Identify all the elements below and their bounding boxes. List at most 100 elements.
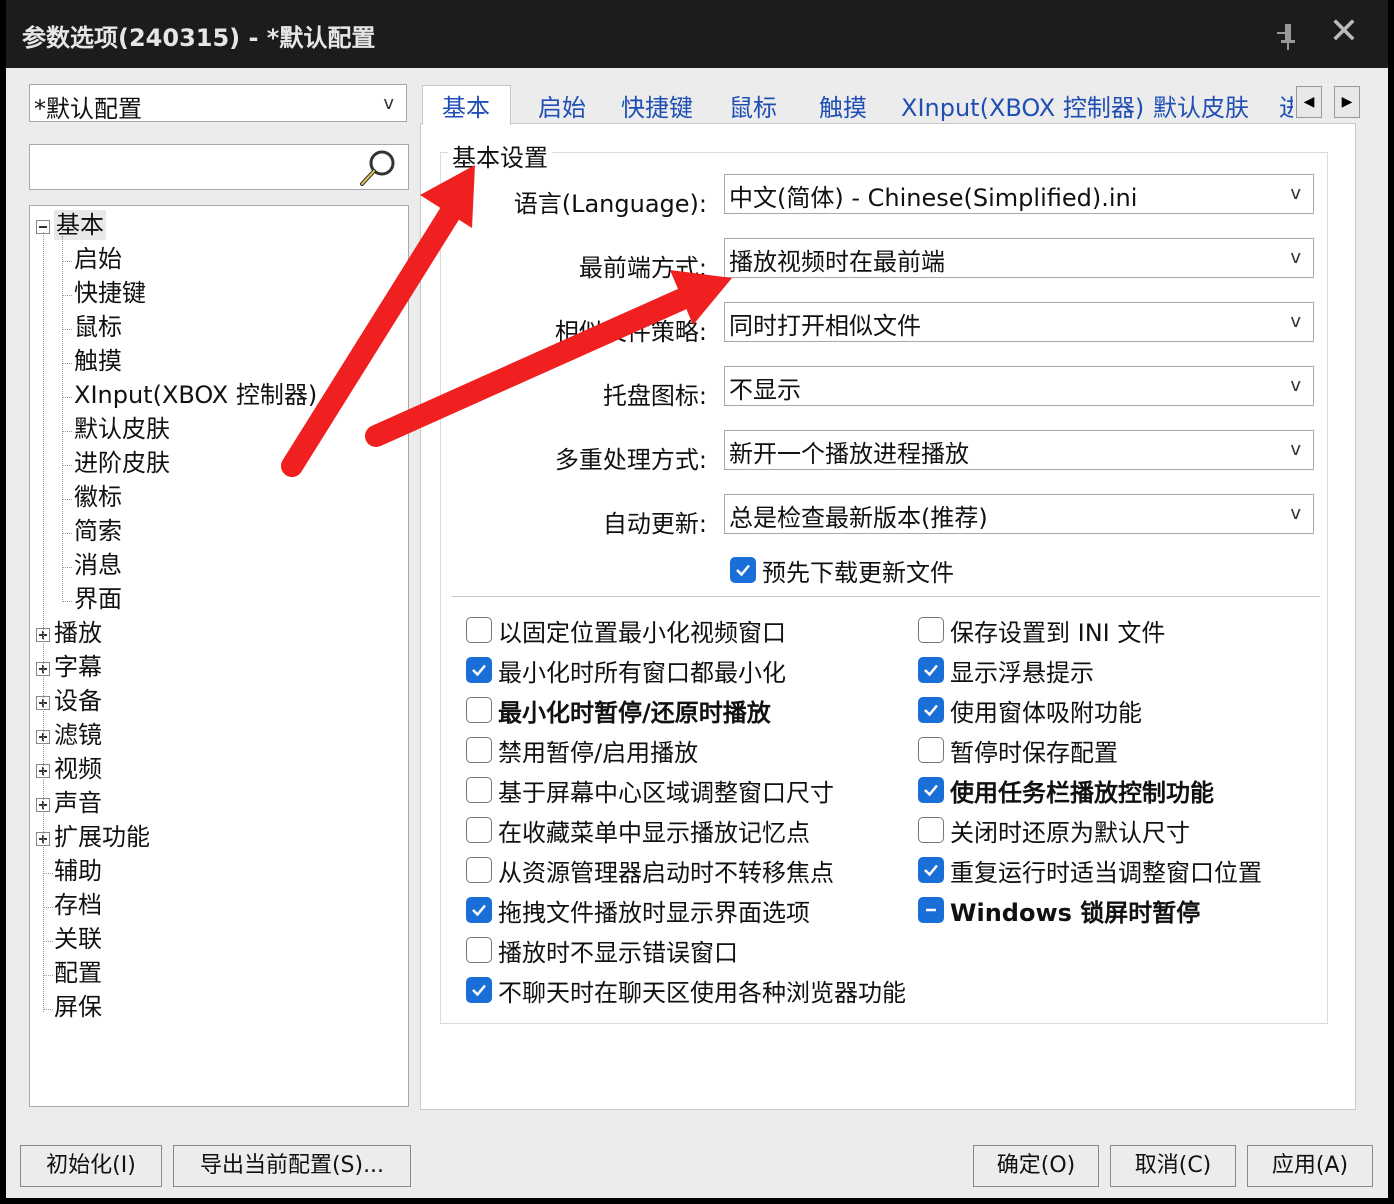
tree-connector: [62, 567, 72, 568]
multi-process-select[interactable]: 新开一个播放进程播放 v: [724, 430, 1314, 470]
auto-update-select[interactable]: 总是检查最新版本(推荐) v: [724, 494, 1314, 534]
init-button[interactable]: 初始化(I): [20, 1145, 162, 1187]
tree-connector: [43, 1009, 53, 1010]
similar-file-select-value: 同时打开相似文件: [729, 312, 921, 340]
tree-group-item[interactable]: 声音: [54, 788, 102, 818]
chevron-down-icon: v: [1290, 311, 1301, 332]
option-label: 从资源管理器启动时不转移焦点: [498, 859, 834, 887]
tab-advanced-skin[interactable]: 进: [1279, 88, 1293, 123]
multi-process-select-value: 新开一个播放进程播放: [729, 440, 969, 468]
option-label: 禁用暂停/启用播放: [498, 739, 699, 767]
option-label: 显示浮悬提示: [950, 659, 1094, 687]
tree-child-item[interactable]: 简索: [74, 516, 122, 546]
tree-child-item[interactable]: XInput(XBOX 控制器): [74, 380, 317, 410]
close-icon[interactable]: ✕: [1324, 12, 1364, 52]
option-label: 保存设置到 INI 文件: [950, 619, 1166, 647]
tab-startup[interactable]: 启始: [538, 88, 586, 123]
tree-leaf-item[interactable]: 存档: [54, 890, 102, 920]
tree-child-item[interactable]: 界面: [74, 584, 122, 614]
checkbox-empty-icon: [918, 737, 944, 763]
category-tree[interactable]: 基本 启始 快捷键 鼠标 触摸 XInput(XBOX 控制器) 默认皮肤 进阶皮肤 徽标 简索消…: [29, 205, 409, 1107]
cancel-button[interactable]: 取消(C): [1110, 1145, 1236, 1187]
tab-default-skin[interactable]: 默认皮肤: [1153, 88, 1249, 123]
option-label: 重复运行时适当调整窗口位置: [950, 859, 1262, 887]
tab-mouse[interactable]: 鼠标: [729, 88, 777, 123]
tree-child-item[interactable]: 进阶皮肤: [74, 448, 170, 478]
tray-icon-select[interactable]: 不显示 v: [724, 366, 1314, 406]
tab-scroll-right-button[interactable]: ▶: [1334, 86, 1360, 118]
auto-update-select-value: 总是检查最新版本(推荐): [729, 504, 988, 532]
chevron-down-icon: v: [1290, 375, 1301, 396]
checkbox-checked-icon: [918, 697, 944, 723]
chevron-down-icon: v: [383, 93, 394, 114]
tree-child-item[interactable]: 消息: [74, 550, 122, 580]
tree-connector: [62, 261, 72, 262]
checkbox-empty-icon: [466, 697, 492, 723]
search-icon[interactable]: [356, 148, 398, 188]
tab-basic[interactable]: 基本: [422, 85, 511, 125]
tree-group-item[interactable]: 设备: [54, 686, 102, 716]
tree-connector: [43, 232, 44, 1012]
search-input[interactable]: [29, 144, 409, 190]
ontop-mode-select[interactable]: 播放视频时在最前端 v: [724, 238, 1314, 278]
ontop-mode-select-value: 播放视频时在最前端: [729, 248, 945, 276]
tree-leaf-item[interactable]: 屏保: [54, 992, 102, 1022]
tree-group-item[interactable]: 滤镜: [54, 720, 102, 750]
multi-process-label: 多重处理方式:: [554, 446, 707, 474]
option-label: 关闭时还原为默认尺寸: [950, 819, 1190, 847]
chevron-down-icon: v: [1290, 503, 1301, 524]
ok-button[interactable]: 确定(O): [973, 1145, 1099, 1187]
tree-leaf-item[interactable]: 辅助: [54, 856, 102, 886]
option-label: 使用窗体吸附功能: [950, 699, 1142, 727]
chevron-down-icon: v: [1290, 247, 1301, 268]
tree-connector: [62, 363, 72, 364]
checkbox-checked-icon: [918, 857, 944, 883]
option-label: 最小化时暂停/还原时播放: [498, 699, 771, 727]
language-select[interactable]: 中文(简体) - Chinese(Simplified).ini v: [724, 174, 1314, 214]
tree-child-item[interactable]: 鼠标: [74, 312, 122, 342]
auto-update-label: 自动更新:: [602, 510, 707, 538]
tree-leaf-item[interactable]: 关联: [54, 924, 102, 954]
tree-connector: [62, 533, 72, 534]
tree-connector: [43, 975, 53, 976]
tree-group-item[interactable]: 播放: [54, 618, 102, 648]
tree-leaf-item[interactable]: 配置: [54, 958, 102, 988]
profile-dropdown[interactable]: *默认配置 v: [29, 84, 407, 123]
tree-child-item[interactable]: 徽标: [74, 482, 122, 512]
tree-group-item[interactable]: 字幕: [54, 652, 102, 682]
option-label: 在收藏菜单中显示播放记忆点: [498, 819, 810, 847]
tree-connector: [62, 397, 72, 398]
checkbox-empty-icon: [466, 777, 492, 803]
tree-connector: [43, 907, 53, 908]
tree-connector: [62, 329, 72, 330]
option-label: 以固定位置最小化视频窗口: [498, 619, 786, 647]
title-bar[interactable]: 参数选项(240315) - *默认配置 ✕: [6, 0, 1388, 68]
tree-child-item[interactable]: 默认皮肤: [74, 414, 170, 444]
tree-group-item[interactable]: 视频: [54, 754, 102, 784]
export-config-button[interactable]: 导出当前配置(S)...: [173, 1145, 411, 1187]
checkbox-checked-icon: [730, 557, 756, 583]
similar-file-label: 相似文件策略:: [554, 318, 707, 346]
apply-button[interactable]: 应用(A): [1247, 1145, 1373, 1187]
tree-connector: [62, 465, 72, 466]
tab-touch[interactable]: 触摸: [819, 88, 867, 123]
tree-child-item[interactable]: 快捷键: [74, 278, 146, 308]
tab-xinput[interactable]: XInput(XBOX 控制器): [901, 88, 1144, 123]
tab-hotkeys[interactable]: 快捷键: [621, 88, 693, 123]
tab-scroll-left-button[interactable]: ◀: [1296, 86, 1322, 118]
tree-child-item[interactable]: 启始: [74, 244, 122, 274]
checkbox-empty-icon: [466, 617, 492, 643]
tree-connector: [43, 873, 53, 874]
tree-group-item[interactable]: 扩展功能: [54, 822, 150, 852]
checkbox-checked-icon: [466, 657, 492, 683]
checkbox-empty-icon: [918, 817, 944, 843]
checkbox-empty-icon: [466, 737, 492, 763]
checkbox-empty-icon: [466, 857, 492, 883]
checkbox-checked-icon: [466, 897, 492, 923]
window-title: 参数选项(240315) - *默认配置: [22, 24, 376, 52]
similar-file-select[interactable]: 同时打开相似文件 v: [724, 302, 1314, 342]
tree-child-item[interactable]: 触摸: [74, 346, 122, 376]
checkbox-indeterminate-icon: [918, 897, 944, 923]
predownload-label: 预先下载更新文件: [762, 559, 954, 587]
pin-icon[interactable]: [1271, 18, 1305, 52]
